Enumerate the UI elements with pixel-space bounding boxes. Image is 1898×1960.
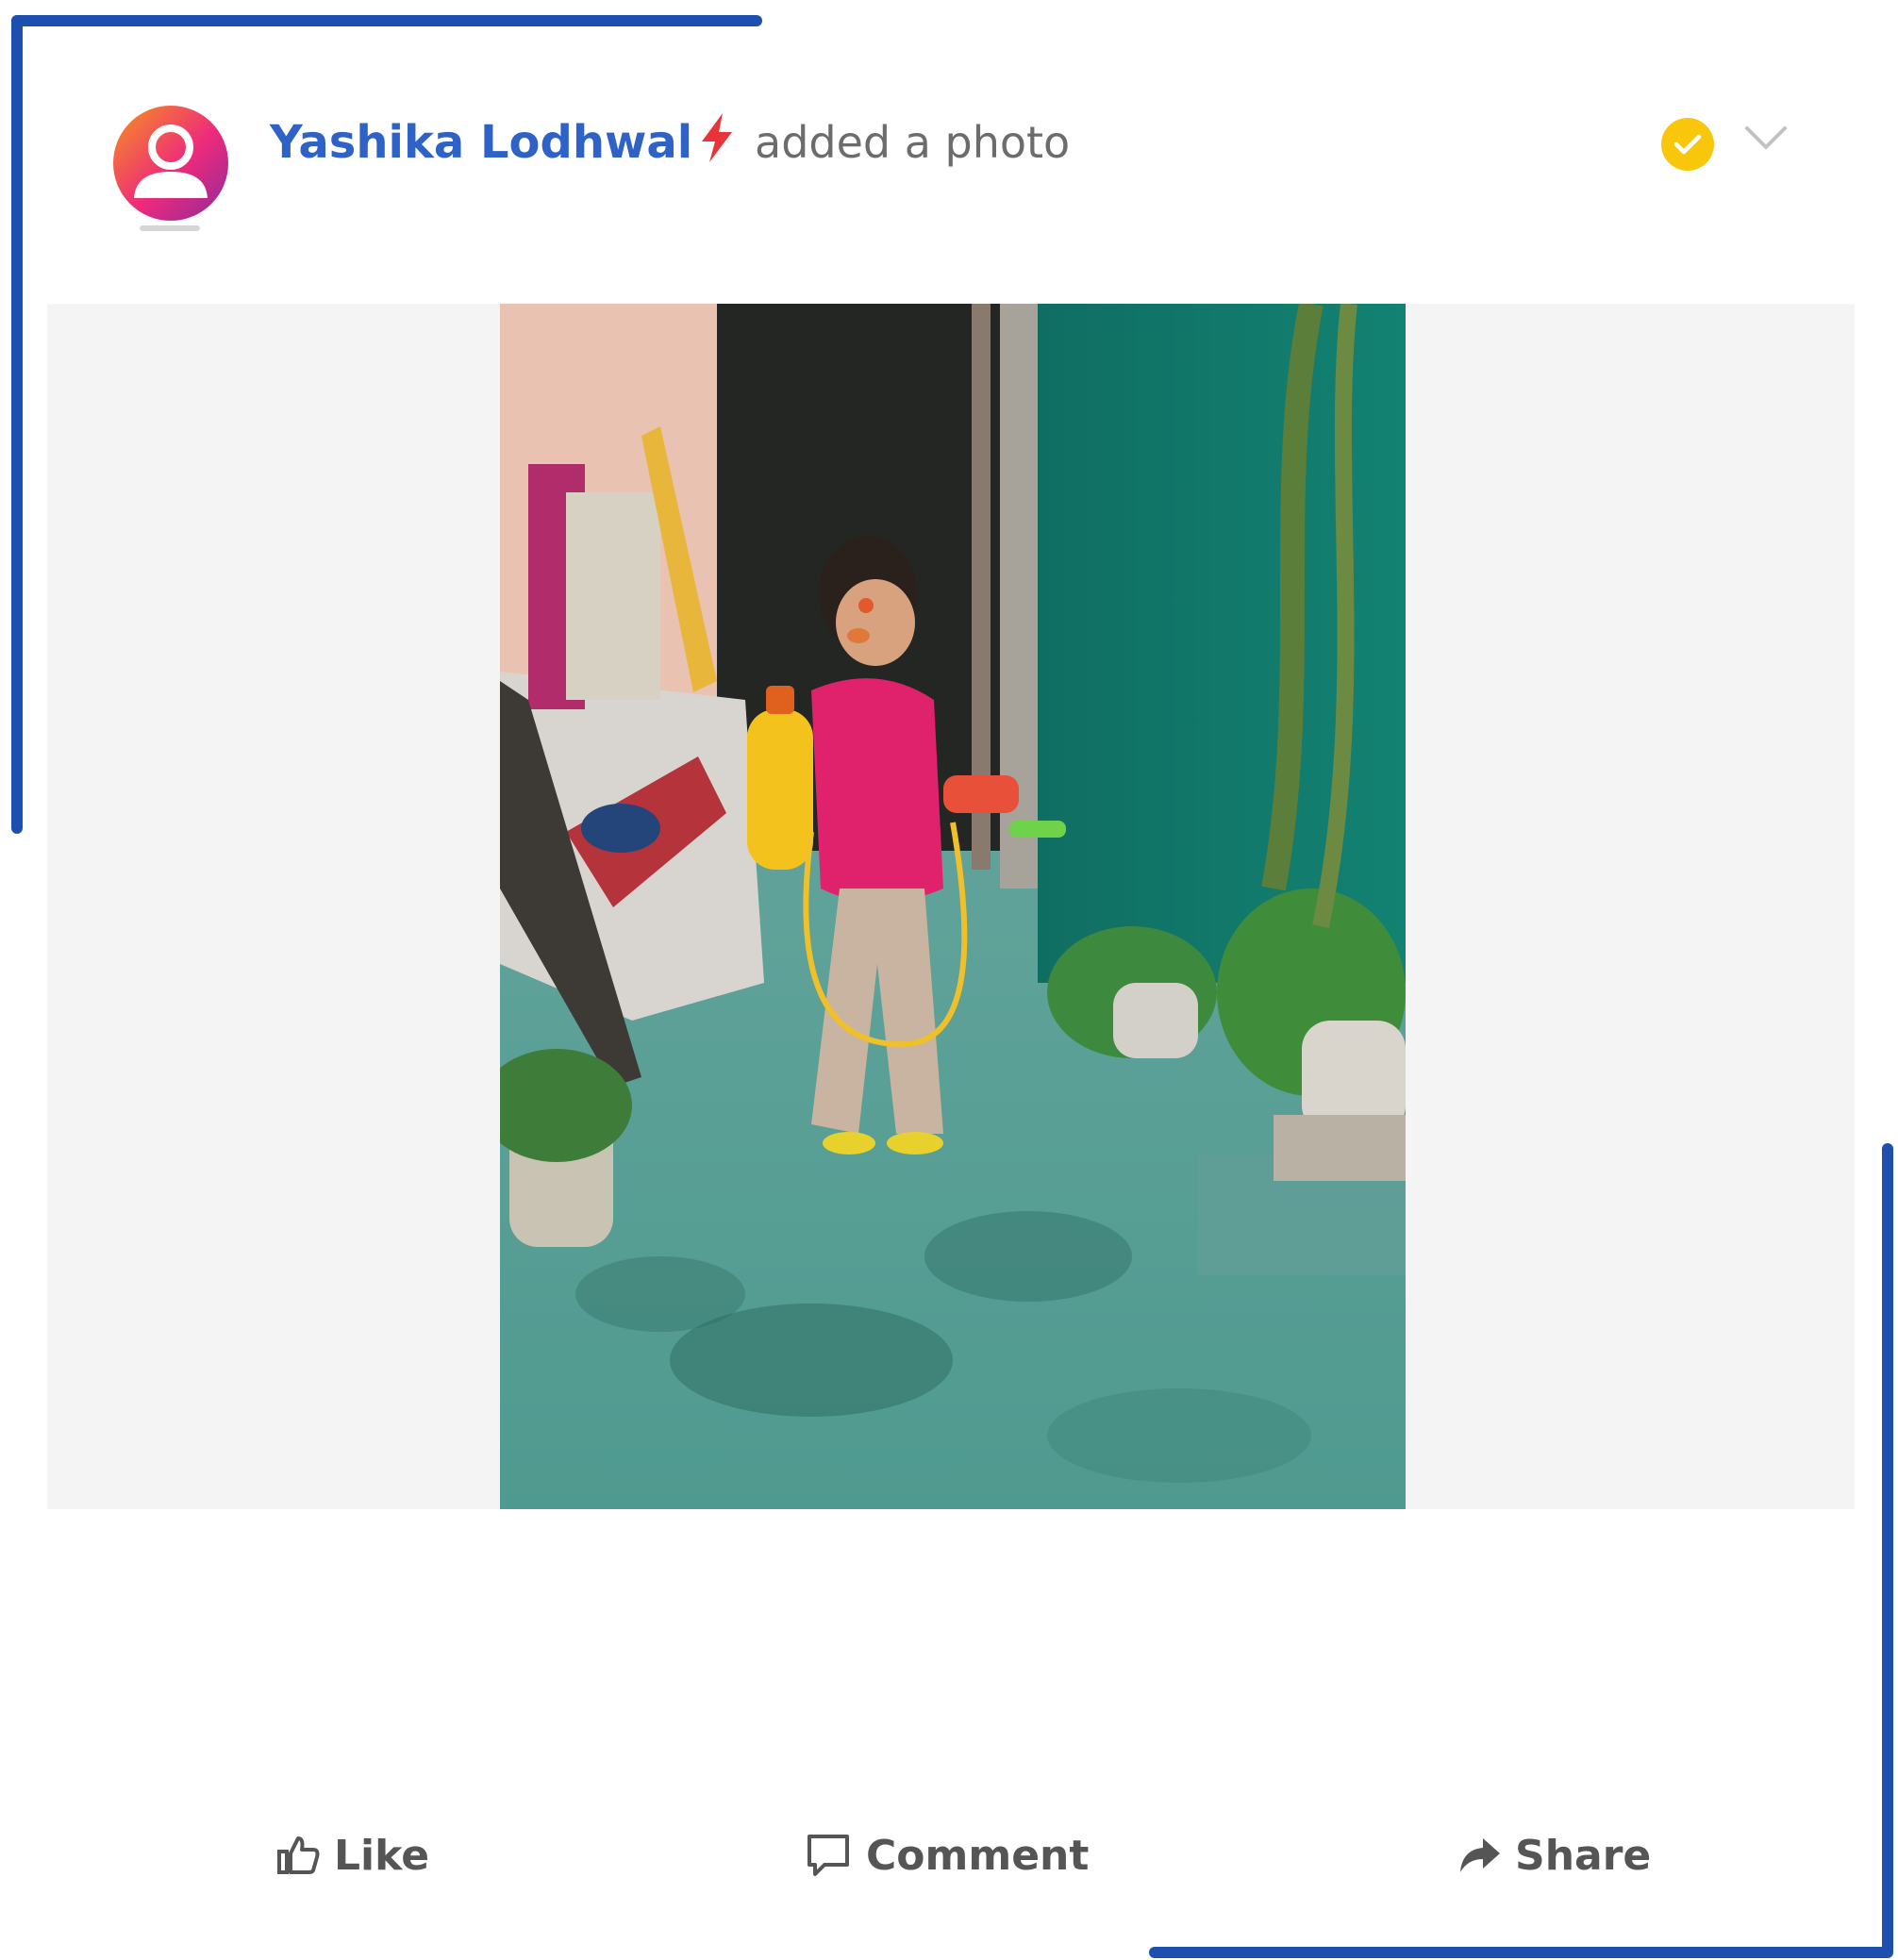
share-label: Share [1515, 1831, 1652, 1880]
frame-left-line [11, 15, 23, 834]
avatar-shadow [140, 225, 200, 231]
like-button[interactable]: Like [275, 1822, 429, 1888]
thumbs-up-icon [277, 1836, 320, 1874]
comment-button[interactable]: Comment [804, 1822, 1089, 1888]
lightning-bolt-icon [702, 113, 732, 162]
post-photo-image [500, 304, 1406, 1509]
share-arrow-icon [1460, 1838, 1500, 1872]
speech-bubble-icon [807, 1835, 849, 1876]
avatar[interactable] [113, 106, 228, 221]
like-label: Like [334, 1831, 430, 1880]
frame-top-line [11, 15, 762, 26]
comment-label: Comment [866, 1831, 1090, 1880]
post-card: Yashika Lodhwal added a photo Like Comme… [0, 0, 1898, 1960]
author-name-link[interactable]: Yashika Lodhwal [270, 111, 692, 174]
post-photo[interactable] [500, 304, 1406, 1509]
share-button[interactable]: Share [1457, 1822, 1651, 1888]
frame-bottom-line [1149, 1947, 1893, 1958]
frame-right-line [1882, 1143, 1893, 1956]
post-action-text: added a photo [755, 117, 1071, 168]
chevron-down-icon[interactable] [1741, 119, 1790, 157]
user-placeholder-icon [134, 125, 208, 198]
verified-check-icon [1661, 118, 1714, 171]
